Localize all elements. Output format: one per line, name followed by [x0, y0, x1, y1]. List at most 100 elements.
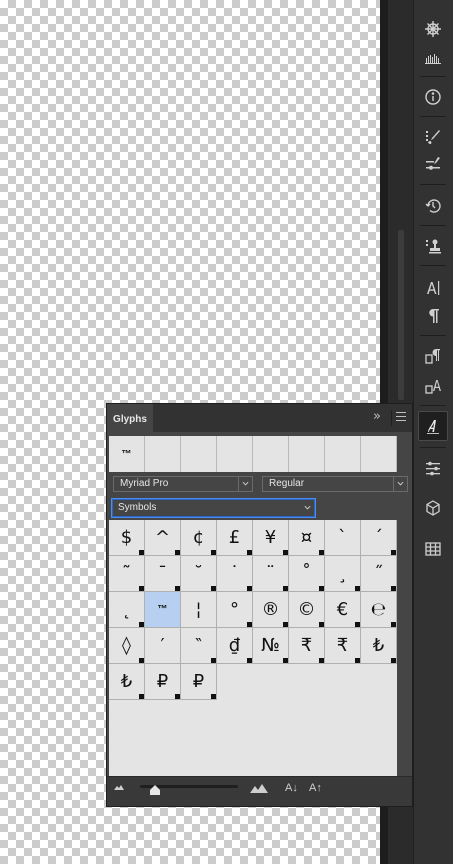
glyph-cell[interactable]: ¥ — [253, 520, 289, 556]
glyph-cell[interactable]: ¦ — [181, 592, 217, 628]
glyph-cell[interactable]: ₹ — [289, 628, 325, 664]
collapse-panel-button[interactable]: » — [370, 410, 384, 424]
glyph-cell[interactable]: ° — [217, 592, 253, 628]
recent-glyph[interactable] — [253, 436, 289, 472]
alternates-marker — [139, 622, 144, 627]
panel-menu-icon[interactable] — [396, 412, 406, 422]
glyphs-panel: Glyphs » ™ Myriad Pro Regular Symbols $ … — [106, 403, 413, 807]
glyph-char: ₫ — [228, 635, 241, 656]
dock-separator — [420, 405, 446, 406]
font-family-value: Myriad Pro — [120, 478, 169, 489]
glyph-cell[interactable]: ` — [325, 520, 361, 556]
alternates-marker — [355, 586, 360, 591]
slider-thumb[interactable] — [149, 784, 161, 796]
alternates-marker — [211, 658, 216, 663]
recent-glyph[interactable]: ™ — [109, 436, 145, 472]
glyph-char: ^ — [154, 527, 171, 548]
glyph-cell[interactable]: № — [253, 628, 289, 664]
brush-settings-icon[interactable] — [418, 150, 448, 180]
histogram-icon[interactable] — [418, 42, 448, 72]
glyph-char: ˘ — [194, 563, 203, 584]
glyph-cell[interactable]: ¸ — [325, 556, 361, 592]
glyph-char: ® — [261, 599, 280, 620]
alternates-marker — [247, 586, 252, 591]
glyph-cell[interactable]: $ — [109, 520, 145, 556]
alternates-marker — [139, 586, 144, 591]
glyph-cell[interactable]: ◊ — [109, 628, 145, 664]
glyphs-icon[interactable] — [418, 411, 448, 441]
glyph-cell[interactable]: © — [289, 592, 325, 628]
glyph-char: ˜ — [122, 563, 131, 584]
glyph-char: ¥ — [264, 527, 277, 548]
glyph-cell[interactable]: £ — [217, 520, 253, 556]
glyph-cell[interactable]: ₺ — [109, 664, 145, 700]
glyph-char: ′ — [160, 635, 165, 656]
glyph-char: ₽ — [156, 671, 169, 692]
glyph-char: ¤ — [300, 527, 313, 548]
glyph-cell[interactable]: ₽ — [145, 664, 181, 700]
decrease-font-size-button[interactable]: A↓ — [285, 782, 298, 794]
character-icon[interactable] — [418, 273, 448, 303]
brush-presets-icon[interactable] — [418, 122, 448, 152]
info-icon[interactable] — [418, 82, 448, 112]
adjustments-icon[interactable] — [418, 453, 448, 483]
glyph-char: ₺ — [120, 671, 133, 692]
glyph-cell[interactable]: ¢ — [181, 520, 217, 556]
character-styles-icon[interactable] — [418, 371, 448, 401]
glyphs-tab[interactable]: Glyphs — [107, 404, 153, 434]
glyph-cell[interactable]: ^ — [145, 520, 181, 556]
glyph-cell[interactable]: ® — [253, 592, 289, 628]
font-style-select[interactable]: Regular — [262, 476, 408, 492]
glyph-cell[interactable]: ˝ — [361, 556, 397, 592]
recent-glyph[interactable] — [217, 436, 253, 472]
glyph-cell[interactable]: ˘ — [181, 556, 217, 592]
glyph-char: ` — [338, 527, 347, 548]
glyph-cell[interactable]: ¯ — [145, 556, 181, 592]
recent-glyph[interactable] — [181, 436, 217, 472]
recent-glyph[interactable] — [325, 436, 361, 472]
mountain-large-icon[interactable] — [249, 783, 269, 794]
glyph-cell[interactable]: ¨ — [253, 556, 289, 592]
glyph-cell[interactable]: ₫ — [217, 628, 253, 664]
grid-icon[interactable] — [418, 534, 448, 564]
glyph-cell[interactable]: ‶ — [181, 628, 217, 664]
glyph-cell[interactable]: ¤ — [289, 520, 325, 556]
alternates-marker — [211, 694, 216, 699]
glyph-cell[interactable]: ˙ — [217, 556, 253, 592]
glyph-cell[interactable]: ˜ — [109, 556, 145, 592]
alternates-marker — [139, 550, 144, 555]
mountain-small-icon[interactable] — [113, 783, 125, 791]
glyph-cell[interactable]: ′ — [145, 628, 181, 664]
paragraph-styles-icon[interactable] — [418, 341, 448, 371]
glyph-cell[interactable]: ˚ — [289, 556, 325, 592]
glyph-grid-scrollbar[interactable] — [397, 520, 412, 776]
recent-glyph[interactable] — [289, 436, 325, 472]
dock-separator — [420, 76, 446, 77]
alternates-marker — [139, 658, 144, 663]
glyph-category-select[interactable]: Symbols — [111, 498, 316, 518]
alternates-marker — [211, 586, 216, 591]
dock-separator — [420, 184, 446, 185]
clone-source-icon[interactable] — [418, 231, 448, 261]
history-icon[interactable] — [418, 191, 448, 221]
glyph-cell[interactable]: ₽ — [181, 664, 217, 700]
glyph-cell[interactable]: ₹ — [325, 628, 361, 664]
glyph-cell[interactable]: ₺ — [361, 628, 397, 664]
navigator-icon[interactable] — [418, 14, 448, 44]
3d-icon[interactable] — [418, 493, 448, 523]
dock-scrollbar[interactable] — [398, 230, 404, 400]
alternates-marker — [211, 550, 216, 555]
font-family-select[interactable]: Myriad Pro — [113, 476, 253, 492]
glyph-cell[interactable]: € — [325, 592, 361, 628]
paragraph-icon[interactable] — [418, 301, 448, 331]
recent-glyph[interactable] — [361, 436, 397, 472]
alternates-marker — [283, 550, 288, 555]
chevron-down-icon — [304, 505, 311, 510]
glyph-cell[interactable]: ℮ — [361, 592, 397, 628]
glyph-cell[interactable]: ™ — [145, 592, 181, 628]
recent-glyph[interactable] — [145, 436, 181, 472]
glyph-cell[interactable]: ´ — [361, 520, 397, 556]
alternates-marker — [391, 586, 396, 591]
glyph-cell[interactable]: ˛ — [109, 592, 145, 628]
increase-font-size-button[interactable]: A↑ — [309, 782, 322, 794]
